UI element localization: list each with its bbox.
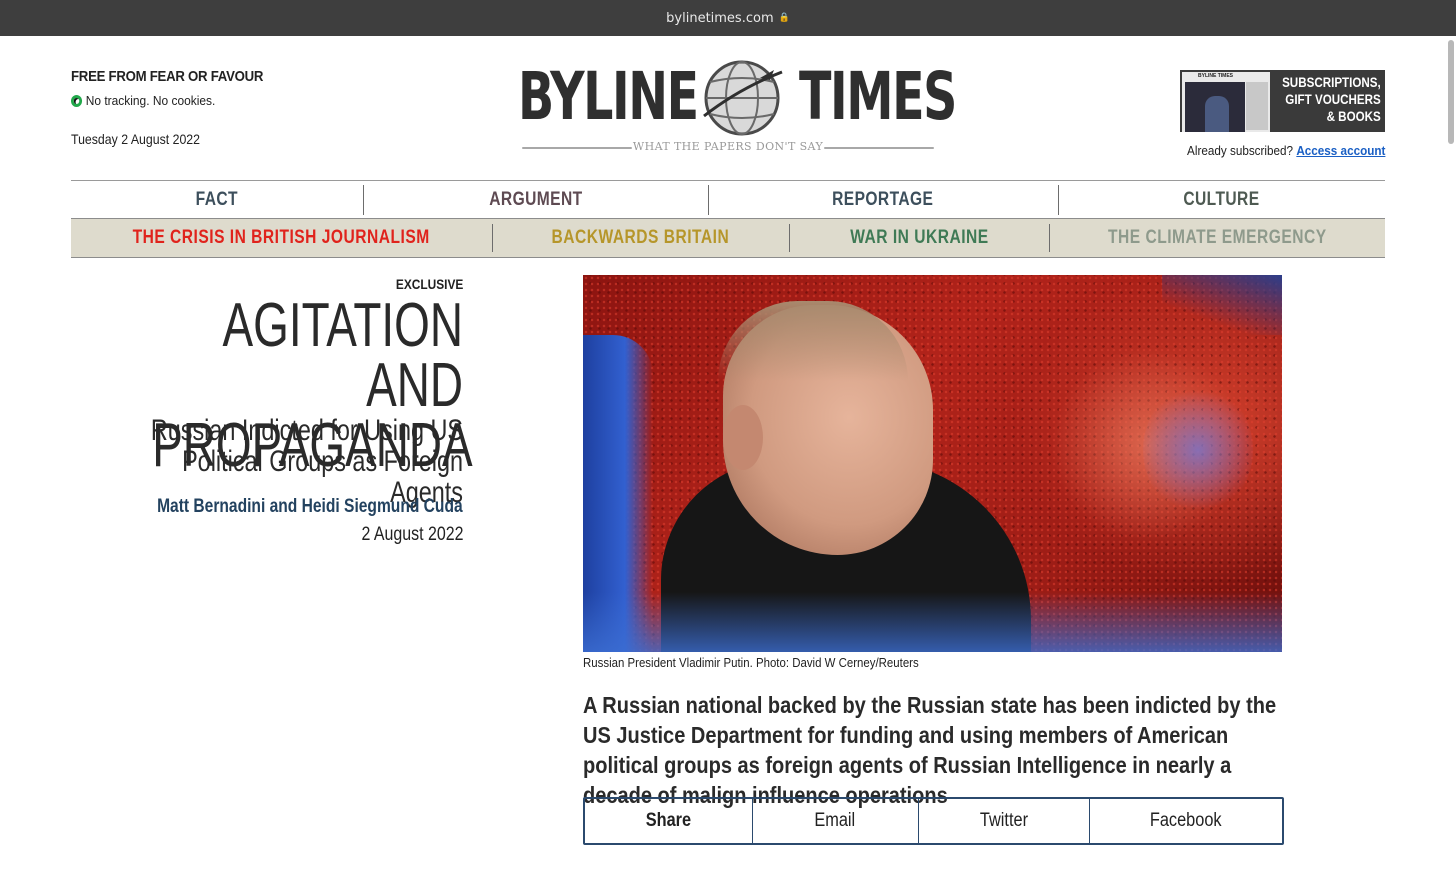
access-account-link[interactable]: Access account — [1296, 143, 1385, 158]
subscriptions-promo[interactable]: BYLINE TIMES SUBSCRIPTIONS, GIFT VOUCHER… — [1180, 70, 1385, 132]
site-logo[interactable]: BYLINE TIMES WHAT THE PAPERS DON'T SAY — [518, 58, 957, 158]
tracking-notice: No tracking. No cookies. — [71, 93, 215, 108]
email-share-button[interactable]: Email — [751, 799, 918, 843]
main-nav: FACT ARGUMENT REPORTAGE CULTURE — [71, 180, 1385, 219]
topic-climate-emergency[interactable]: THE CLIMATE EMERGENCY — [1049, 219, 1385, 257]
facebook-share-button[interactable]: Facebook — [1089, 799, 1282, 843]
share-bar: Share Email Twitter Facebook — [583, 797, 1284, 845]
lock-icon: 🔒 — [778, 13, 790, 23]
nav-argument[interactable]: ARGUMENT — [363, 181, 708, 218]
topic-crisis-journalism[interactable]: THE CRISIS IN BRITISH JOURNALISM — [71, 219, 492, 257]
nav-reportage[interactable]: REPORTAGE — [708, 181, 1058, 218]
tagline: FREE FROM FEAR OR FAVOUR — [71, 68, 264, 85]
url-text: bylinetimes.com — [666, 10, 774, 26]
twitter-share-button[interactable]: Twitter — [917, 799, 1090, 843]
tracking-text: No tracking. No cookies. — [85, 93, 216, 108]
article-authors[interactable]: Matt Bernadini and Heidi Siegmund Cuda — [157, 496, 463, 518]
topic-nav: THE CRISIS IN BRITISH JOURNALISM BACKWAR… — [71, 218, 1385, 258]
article-standfirst: A Russian national backed by the Russian… — [583, 692, 1277, 808]
topic-war-in-ukraine[interactable]: WAR IN UKRAINE — [789, 219, 1049, 257]
browser-address-bar[interactable]: bylinetimes.com 🔒 — [0, 0, 1456, 36]
image-caption: Russian President Vladimir Putin. Photo:… — [583, 655, 919, 670]
eye-icon — [71, 94, 83, 107]
logo-slogan: WHAT THE PAPERS DON'T SAY — [518, 140, 938, 153]
promo-text: SUBSCRIPTIONS, GIFT VOUCHERS & BOOKS — [1282, 75, 1381, 124]
nav-fact[interactable]: FACT — [71, 181, 363, 218]
account-prompt: Already subscribed? Access account — [1186, 143, 1385, 158]
share-button[interactable]: Share — [585, 799, 752, 843]
article-kicker: EXCLUSIVE — [395, 276, 463, 292]
nav-culture[interactable]: CULTURE — [1058, 181, 1385, 218]
newspaper-thumbnail: BYLINE TIMES — [1182, 72, 1270, 132]
scrollbar[interactable] — [1448, 40, 1454, 144]
article-date: 2 August 2022 — [360, 524, 463, 545]
logo-word-right: TIMES — [799, 58, 957, 135]
current-date: Tuesday 2 August 2022 — [71, 131, 201, 147]
article-subheading: Russian Indicted for Using US Political … — [150, 414, 463, 509]
logo-word-left: BYLINE — [518, 58, 699, 135]
thumbnail-masthead: BYLINE TIMES — [1198, 73, 1234, 79]
globe-icon — [703, 60, 783, 136]
topic-backwards-britain[interactable]: BACKWARDS BRITAIN — [492, 219, 789, 257]
hero-image — [583, 275, 1282, 652]
